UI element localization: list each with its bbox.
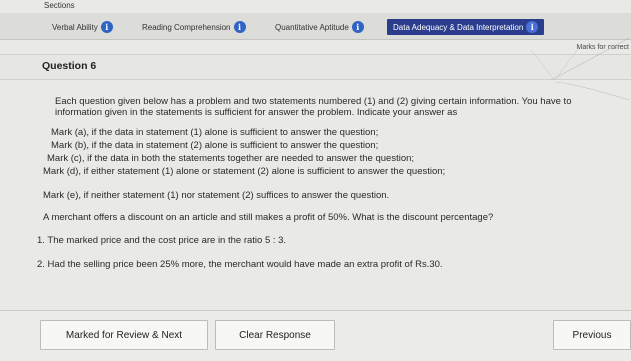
instruction-line: information given in the statements is s… <box>55 107 458 118</box>
answer-rule: Mark (d), if either statement (1) alone … <box>43 166 446 177</box>
footer-bar: Marked for Review & Next Clear Response … <box>0 310 631 361</box>
mark-review-next-button[interactable]: Marked for Review & Next <box>40 320 208 350</box>
statement-1: 1. The marked price and the cost price a… <box>37 235 287 246</box>
answer-rule: Mark (c), if the data in both the statem… <box>47 153 415 164</box>
sections-label: Sections <box>44 1 75 10</box>
info-icon[interactable]: i <box>351 21 364 33</box>
tab-data-adequacy[interactable]: Data Adequacy & Data Interpretation i <box>387 19 545 35</box>
clear-response-button[interactable]: Clear Response <box>215 320 335 350</box>
marks-label: Marks for correct <box>576 44 629 51</box>
tab-label: Data Adequacy & Data Interpretation <box>393 22 524 32</box>
tab-verbal-ability[interactable]: Verbal Ability i <box>52 19 113 35</box>
tab-reading-comprehension[interactable]: Reading Comprehension i <box>142 19 246 35</box>
question-title: Question 6 <box>42 60 97 72</box>
tab-label: Verbal Ability <box>52 22 98 32</box>
tab-label: Quantitative Aptitude <box>275 22 349 32</box>
answer-rule: Mark (a), if the data in statement (1) a… <box>51 127 379 138</box>
problem-text: A merchant offers a discount on an artic… <box>43 212 494 223</box>
info-icon[interactable]: i <box>233 21 246 33</box>
info-icon[interactable]: i <box>526 21 539 33</box>
info-icon[interactable]: i <box>100 21 113 33</box>
answer-rule: Mark (b), if the data in statement (2) a… <box>51 140 379 151</box>
tab-label: Reading Comprehension <box>142 22 231 32</box>
tab-quantitative-aptitude[interactable]: Quantitative Aptitude i <box>275 19 364 35</box>
section-tab-bar: Verbal Ability i Reading Comprehension i… <box>0 13 631 40</box>
statement-2: 2. Had the selling price been 25% more, … <box>37 259 443 270</box>
previous-button[interactable]: Previous <box>553 320 631 350</box>
instruction-line: Each question given below has a problem … <box>55 96 572 107</box>
answer-rule: Mark (e), if neither statement (1) nor s… <box>43 190 390 201</box>
